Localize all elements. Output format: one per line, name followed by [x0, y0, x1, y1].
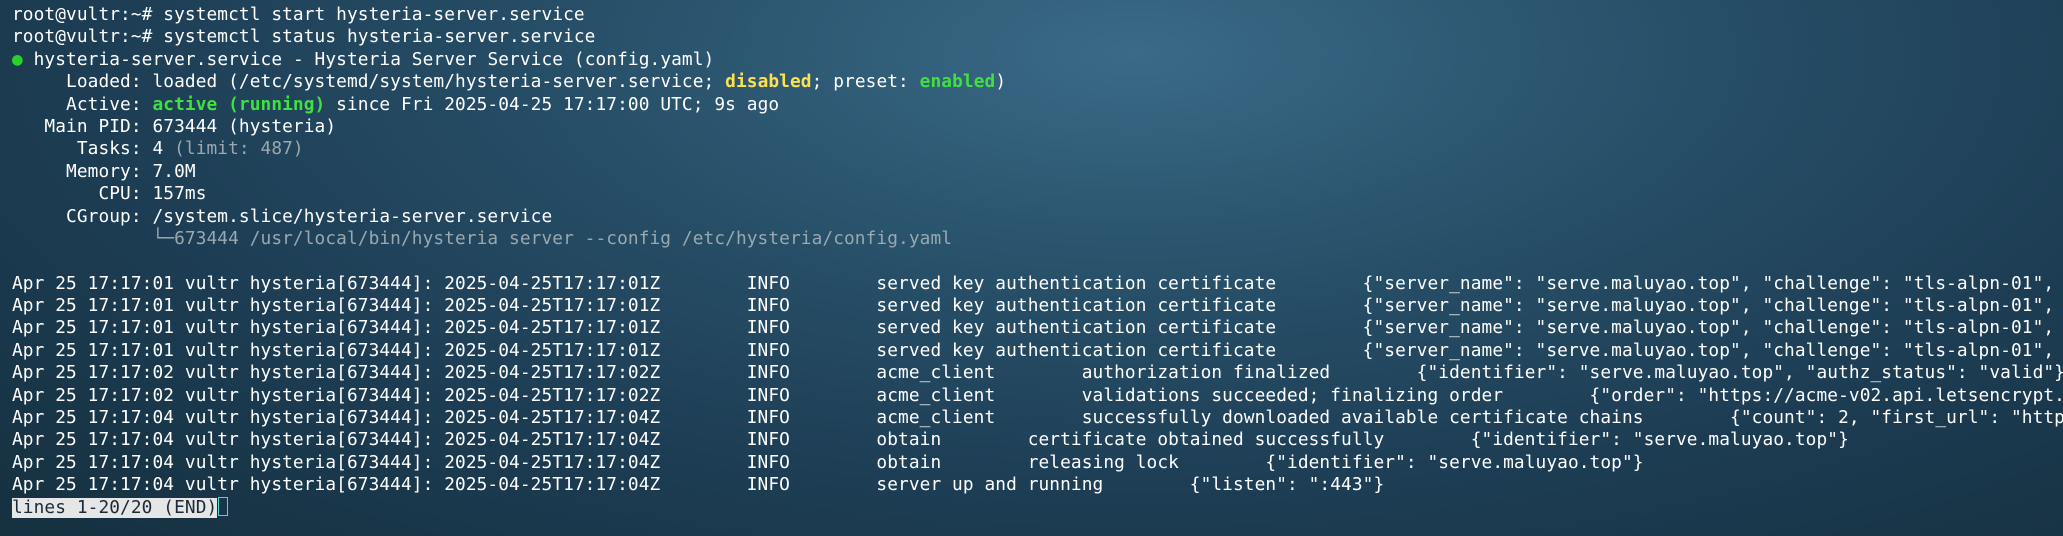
prompt-line-status: root@vultr:~# systemctl status hysteria-…: [12, 26, 596, 48]
loaded-line: Loaded: loaded (/etc/systemd/system/hyst…: [12, 71, 2063, 93]
memory-line: Memory: 7.0M: [12, 160, 196, 182]
active-status-dot-icon: ●: [12, 48, 23, 70]
tasks-limit: (limit: 487): [174, 138, 304, 160]
log-line: Apr 25 17:17:01 vultr hysteria[673444]: …: [12, 272, 2063, 294]
active-suffix: since Fri 2025-04-25 17:17:00 UTC; 9s ag…: [325, 93, 780, 115]
active-label: Active:: [12, 93, 153, 115]
loaded-preset-state: enabled: [919, 71, 996, 93]
loaded-disabled-state: disabled: [725, 71, 812, 93]
loaded-prefix: loaded (/etc/systemd/system/hysteria-ser…: [152, 71, 726, 93]
unit-header-line: ● hysteria-server.service - Hysteria Ser…: [12, 49, 2063, 71]
cgroup-line: CGroup: /system.slice/hysteria-server.se…: [12, 205, 553, 227]
log-line: Apr 25 17:17:02 vultr hysteria[673444]: …: [12, 362, 2063, 384]
log-line: Apr 25 17:17:04 vultr hysteria[673444]: …: [12, 474, 1385, 496]
unit-header-text: hysteria-server.service - Hysteria Serve…: [33, 48, 715, 70]
prompt-line-start: root@vultr:~# systemctl start hysteria-s…: [12, 4, 585, 25]
terminal-window[interactable]: root@vultr:~# systemctl start hysteria-s…: [0, 0, 2063, 536]
cpu-line: CPU: 157ms: [12, 183, 207, 205]
active-running-state: active (running): [152, 93, 326, 115]
tasks-line: Tasks: 4 (limit: 487): [12, 138, 2063, 160]
active-line: Active: active (running) since Fri 2025-…: [12, 94, 2063, 116]
terminal-cursor[interactable]: [218, 496, 229, 516]
tasks-label: Tasks: 4: [12, 138, 175, 160]
log-line: Apr 25 17:17:04 vultr hysteria[673444]: …: [12, 451, 1644, 473]
log-line: Apr 25 17:17:04 vultr hysteria[673444]: …: [12, 429, 1849, 451]
log-line: Apr 25 17:17:01 vultr hysteria[673444]: …: [12, 295, 2063, 317]
log-line: Apr 25 17:17:02 vultr hysteria[673444]: …: [12, 384, 2063, 406]
cgroup-process-line: └─673444 /usr/local/bin/hysteria server …: [12, 227, 953, 249]
loaded-label: Loaded:: [12, 71, 153, 93]
main-pid-line: Main PID: 673444 (hysteria): [12, 115, 337, 137]
pager-status: lines 1-20/20 (END): [12, 496, 218, 518]
log-line: Apr 25 17:17:04 vultr hysteria[673444]: …: [12, 407, 2063, 429]
log-line: Apr 25 17:17:01 vultr hysteria[673444]: …: [12, 339, 2063, 361]
loaded-middle: ; preset:: [811, 71, 920, 93]
log-line: Apr 25 17:17:01 vultr hysteria[673444]: …: [12, 317, 2063, 339]
loaded-suffix: ): [995, 71, 1007, 93]
pager-status-line: lines 1-20/20 (END): [12, 496, 2063, 519]
